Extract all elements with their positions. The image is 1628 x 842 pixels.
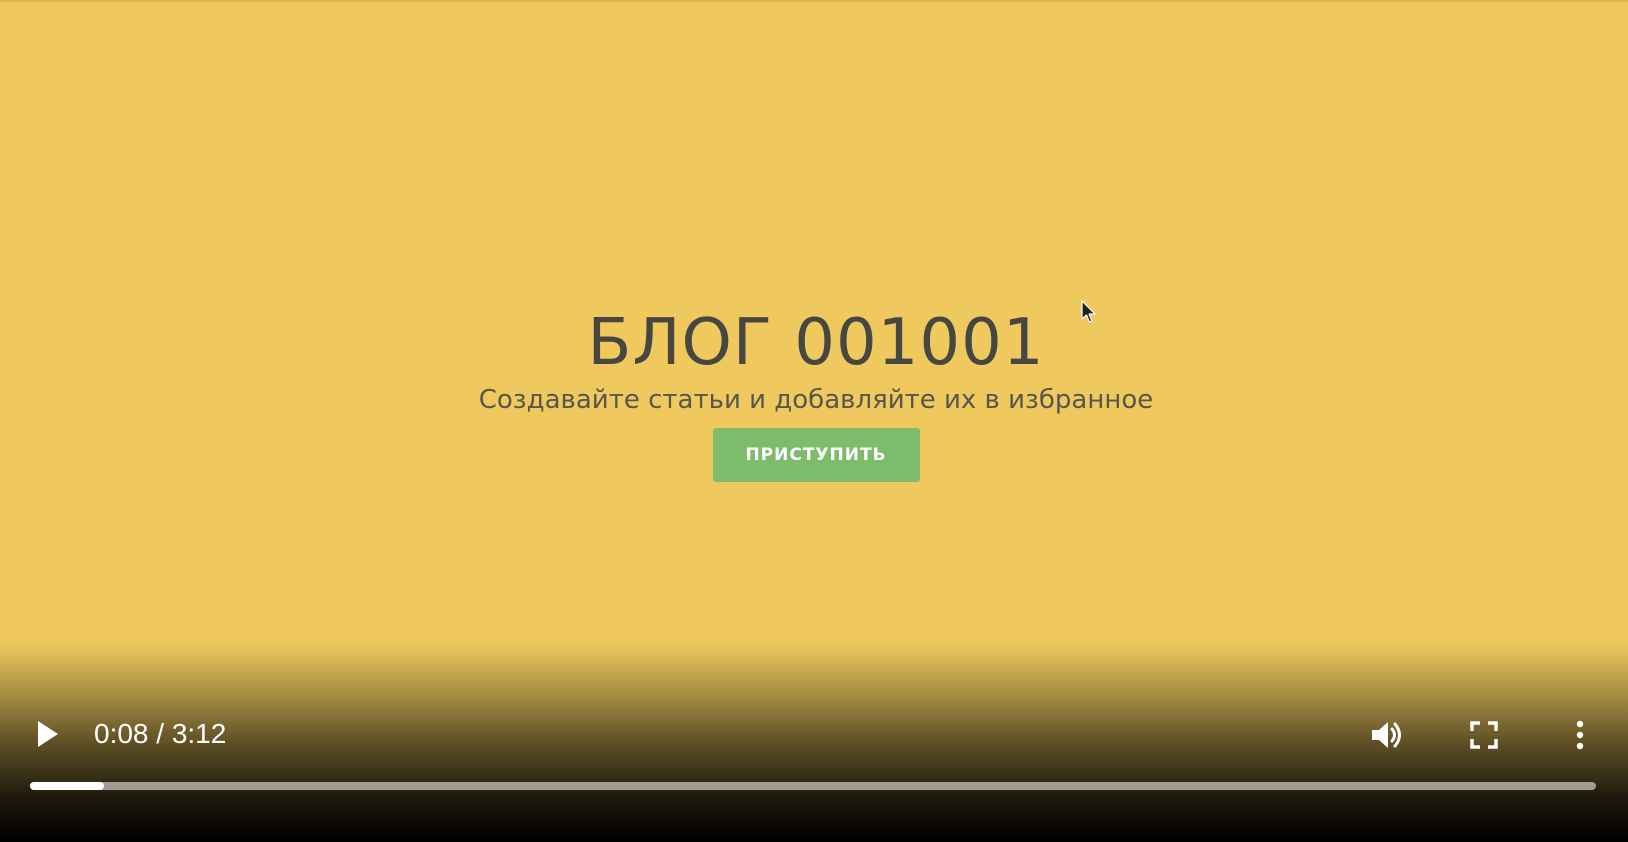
mouse-cursor-icon: [1081, 300, 1096, 323]
hero-subtitle: Создавайте статьи и добавляйте их в избр…: [478, 385, 1154, 415]
play-button[interactable]: [28, 706, 68, 762]
top-border: [0, 0, 1628, 2]
hero-title: БЛОГ 001001: [587, 306, 1045, 380]
video-player[interactable]: БЛОГ 001001 Создавайте статьи и добавляй…: [0, 0, 1628, 842]
progress-played: [30, 782, 104, 790]
volume-icon: [1372, 722, 1401, 748]
progress-bar[interactable]: [30, 782, 1596, 790]
start-button[interactable]: ПРИСТУПИТЬ: [712, 428, 920, 482]
play-icon: [38, 721, 58, 747]
volume-button[interactable]: [1366, 710, 1410, 760]
fullscreen-button[interactable]: [1462, 710, 1506, 760]
time-display: 0:08 / 3:12: [94, 718, 227, 749]
hero-section: БЛОГ 001001 Создавайте статьи и добавляй…: [0, 304, 1628, 482]
fullscreen-icon: [1470, 721, 1498, 749]
more-options-icon: [1576, 720, 1584, 750]
more-options-button[interactable]: [1560, 710, 1600, 760]
